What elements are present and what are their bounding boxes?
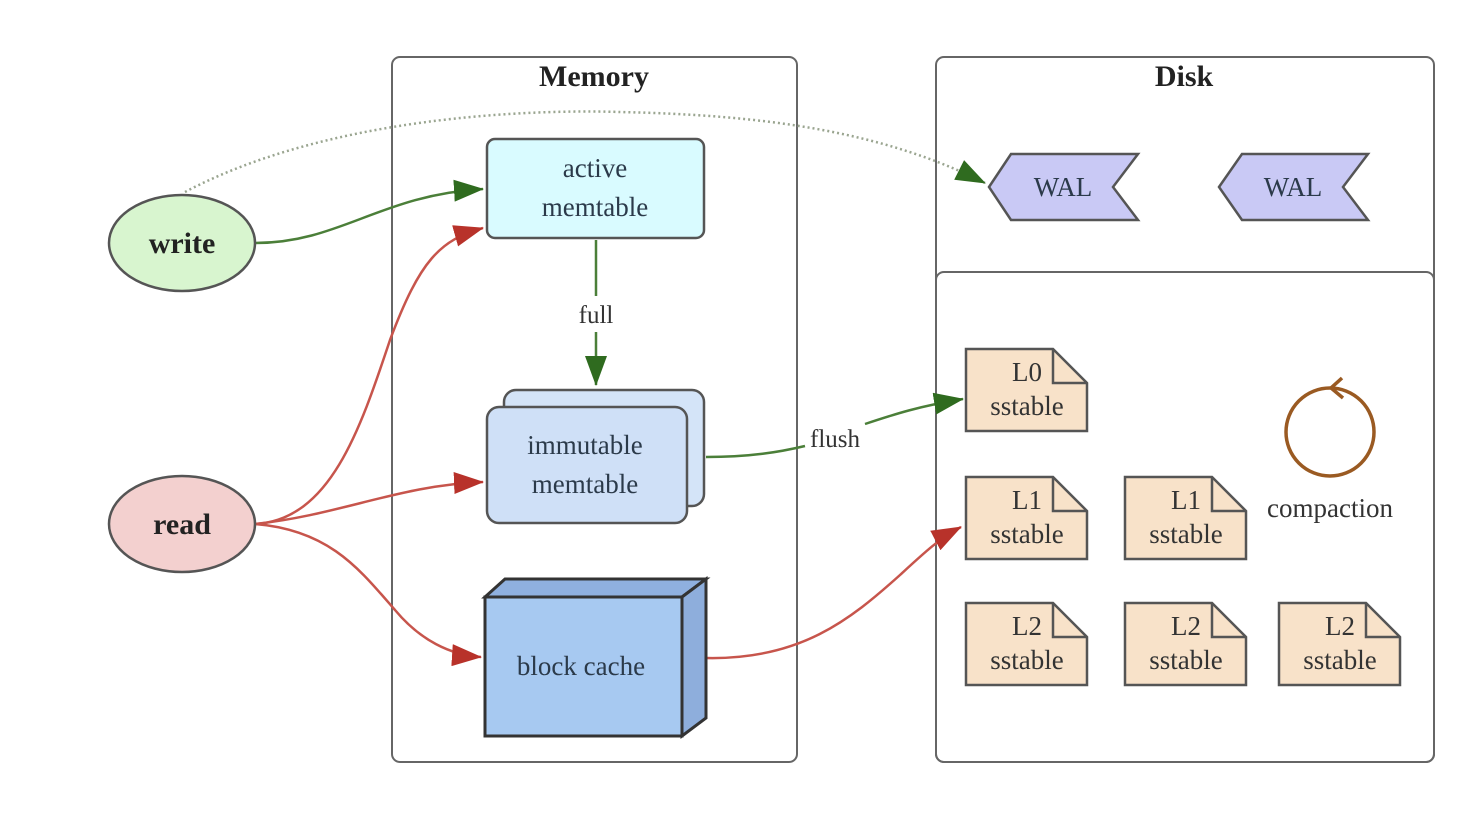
wal-label-2: WAL bbox=[1264, 172, 1322, 202]
write-label: write bbox=[149, 227, 216, 260]
active-memtable-line2: memtable bbox=[542, 192, 648, 222]
active-memtable-line1: active bbox=[563, 153, 627, 183]
memory-title: Memory bbox=[539, 60, 649, 93]
lsm-diagram: Memory Disk full flush write read active… bbox=[107, 56, 1435, 763]
sstable-label: sstable bbox=[990, 519, 1064, 549]
block-cache-label: block cache bbox=[517, 651, 645, 681]
sstable-label: sstable bbox=[1149, 645, 1223, 675]
immutable-memtable-node[interactable]: immutable memtable bbox=[485, 388, 706, 525]
immutable-memtable-line1: immutable bbox=[527, 430, 642, 460]
sstable-level: L1 bbox=[1171, 485, 1201, 515]
disk-title: Disk bbox=[1155, 60, 1214, 93]
sstable-level: L2 bbox=[1012, 611, 1042, 641]
block-cache-node[interactable]: block cache bbox=[481, 576, 711, 739]
sstable-label: sstable bbox=[1303, 645, 1377, 675]
sstable-level: L2 bbox=[1325, 611, 1355, 641]
sstable-level: L1 bbox=[1012, 485, 1042, 515]
sstable-level: L0 bbox=[1012, 357, 1042, 387]
immutable-memtable-line2: memtable bbox=[532, 469, 638, 499]
compaction-label: compaction bbox=[1267, 493, 1393, 523]
sstable-level: L2 bbox=[1171, 611, 1201, 641]
read-node[interactable]: read bbox=[107, 474, 257, 574]
sstable-label: sstable bbox=[1149, 519, 1223, 549]
wal-label-1: WAL bbox=[1034, 172, 1092, 202]
read-label: read bbox=[153, 508, 211, 541]
sstable-label: sstable bbox=[990, 391, 1064, 421]
active-memtable-node[interactable]: active memtable bbox=[485, 137, 706, 240]
edge-label-flush: flush bbox=[810, 426, 861, 453]
sstable-label: sstable bbox=[990, 645, 1064, 675]
edge-label-full: full bbox=[579, 302, 614, 329]
write-node[interactable]: write bbox=[107, 193, 257, 293]
